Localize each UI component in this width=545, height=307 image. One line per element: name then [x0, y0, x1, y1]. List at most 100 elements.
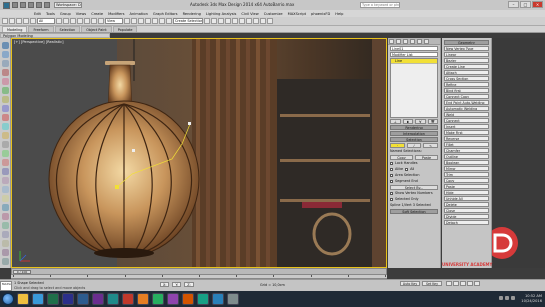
geometry-option[interactable]: Detach — [444, 220, 489, 225]
go-to-start-icon[interactable] — [446, 281, 452, 286]
menu-create[interactable]: Create — [91, 12, 103, 16]
redo-icon[interactable] — [44, 2, 50, 8]
close-button[interactable]: × — [532, 1, 543, 8]
alike-radio[interactable] — [390, 168, 393, 171]
geosphere-icon[interactable] — [2, 105, 9, 112]
copy-button[interactable]: Copy — [390, 155, 413, 160]
z-coordinate-field[interactable]: Z: — [184, 282, 194, 287]
undo-icon[interactable] — [36, 2, 42, 8]
tab-object-paint[interactable]: Object Paint — [81, 26, 112, 32]
select-object-icon[interactable] — [56, 18, 62, 24]
bind-spacewarp-icon[interactable] — [30, 18, 36, 24]
geometry-option[interactable]: Copy — [444, 178, 489, 183]
show-vertex-numbers-checkbox[interactable] — [390, 192, 393, 195]
material-editor-icon[interactable] — [246, 18, 252, 24]
geometry-option[interactable]: Trim — [444, 172, 489, 177]
geometry-option[interactable]: New Vertex Type — [444, 46, 489, 51]
geometry-option[interactable]: Close — [444, 208, 489, 213]
tab-freeform[interactable]: Freeform — [28, 26, 54, 32]
geometry-option[interactable]: Linear — [444, 52, 489, 57]
play-icon[interactable] — [460, 281, 466, 286]
undo-icon[interactable] — [2, 18, 8, 24]
maximize-button[interactable]: □ — [520, 1, 531, 8]
create-tab-icon[interactable] — [389, 39, 394, 44]
segment-end-option[interactable]: Segment End — [390, 179, 438, 184]
3dsmax-icon[interactable] — [107, 293, 119, 305]
pin-stack-icon[interactable]: ⊥ — [390, 119, 401, 124]
menu-views[interactable]: Views — [76, 12, 86, 16]
app-icon[interactable] — [227, 293, 239, 305]
geometry-option[interactable]: Boolean — [444, 160, 489, 165]
select-scale-icon[interactable] — [98, 18, 104, 24]
menu-customize[interactable]: Customize — [264, 12, 283, 16]
geometry-option[interactable]: Attach — [444, 70, 489, 75]
geometry-option[interactable]: Cross Section — [444, 76, 489, 81]
start-button-icon[interactable] — [2, 293, 14, 305]
minimize-button[interactable]: – — [508, 1, 519, 8]
segment-mode-icon[interactable]: / — [406, 143, 422, 148]
photoshop-icon[interactable] — [77, 293, 89, 305]
geometry-option[interactable]: Insert — [444, 124, 489, 129]
modifier-list-dropdown[interactable]: Modifier List — [390, 52, 438, 57]
menu-graph-editors[interactable]: Graph Editors — [153, 12, 178, 16]
geometry-option[interactable]: Divide — [444, 214, 489, 219]
menu-edit[interactable]: Edit — [34, 12, 41, 16]
battery-icon[interactable] — [511, 296, 515, 300]
selected-only-option[interactable]: Selected Only — [390, 197, 438, 202]
network-icon[interactable] — [499, 296, 503, 300]
geometry-option[interactable]: Outline — [444, 154, 489, 159]
geometry-option[interactable]: Hide — [444, 190, 489, 195]
app-icon[interactable] — [197, 293, 209, 305]
next-frame-icon[interactable] — [467, 281, 473, 286]
spline-vertex[interactable] — [115, 185, 119, 189]
pyramid-icon[interactable] — [2, 123, 9, 130]
menu-animation[interactable]: Animation — [130, 12, 148, 16]
torus-icon[interactable] — [2, 69, 9, 76]
layer-manager-icon[interactable] — [218, 18, 224, 24]
tab-populate[interactable]: Populate — [112, 26, 138, 32]
render-production-icon[interactable] — [267, 18, 273, 24]
spline-vertex[interactable] — [188, 122, 191, 125]
spacewarp-icon[interactable] — [2, 159, 9, 166]
search-input[interactable]: Type a keyword or phrase — [360, 2, 400, 8]
cylinder-icon[interactable] — [2, 60, 9, 67]
rollout-interpolation[interactable]: Interpolation — [390, 131, 438, 136]
particle-icon[interactable] — [2, 186, 9, 193]
geometry-option[interactable]: Make First — [444, 130, 489, 135]
angle-snap-icon[interactable] — [152, 18, 158, 24]
app-icon[interactable] — [212, 293, 224, 305]
new-file-icon[interactable] — [12, 2, 18, 8]
open-file-icon[interactable] — [20, 2, 26, 8]
graphite-toggle-icon[interactable] — [225, 18, 231, 24]
rollout-soft-selection[interactable]: Soft Selection — [390, 209, 438, 214]
manipulate-icon[interactable] — [131, 18, 137, 24]
rendered-frame-window-icon[interactable] — [260, 18, 266, 24]
unlink-icon[interactable] — [23, 18, 29, 24]
hierarchy-tab-icon[interactable] — [403, 39, 408, 44]
auto-key-button[interactable]: Auto Key — [400, 281, 420, 286]
acrobat-icon[interactable] — [122, 293, 134, 305]
segment-end-checkbox[interactable] — [390, 180, 393, 183]
snaps-toggle-icon[interactable] — [145, 18, 151, 24]
geometry-option[interactable]: Reverse — [444, 136, 489, 141]
perspective-viewport[interactable]: [+] [Perspective] [Realistic] — [11, 38, 387, 268]
mirror-icon[interactable] — [204, 18, 210, 24]
named-selection-set-dropdown[interactable]: Create Selection Se — [173, 18, 203, 24]
compound-icon[interactable] — [2, 195, 9, 202]
teapot-icon[interactable] — [2, 78, 9, 85]
door-icon[interactable] — [2, 222, 9, 229]
menu-rendering[interactable]: Rendering — [183, 12, 201, 16]
app-icon[interactable] — [167, 293, 179, 305]
geometry-option[interactable]: Refine — [444, 82, 489, 87]
go-to-end-icon[interactable] — [474, 281, 480, 286]
geometry-option[interactable]: Connect — [444, 118, 489, 123]
aftereffects-icon[interactable] — [92, 293, 104, 305]
app-logo-icon[interactable] — [3, 1, 10, 9]
show-vertex-numbers-option[interactable]: Show Vertex Numbers — [390, 191, 438, 196]
remove-modifier-icon[interactable]: 🗑 — [427, 119, 438, 124]
pivot-center-icon[interactable] — [124, 18, 130, 24]
window-icon[interactable] — [2, 231, 9, 238]
tab-modeling[interactable]: Modeling — [2, 26, 28, 32]
area-selection-option[interactable]: Area Selection — [390, 173, 438, 178]
geometry-option[interactable]: Weld — [444, 112, 489, 117]
